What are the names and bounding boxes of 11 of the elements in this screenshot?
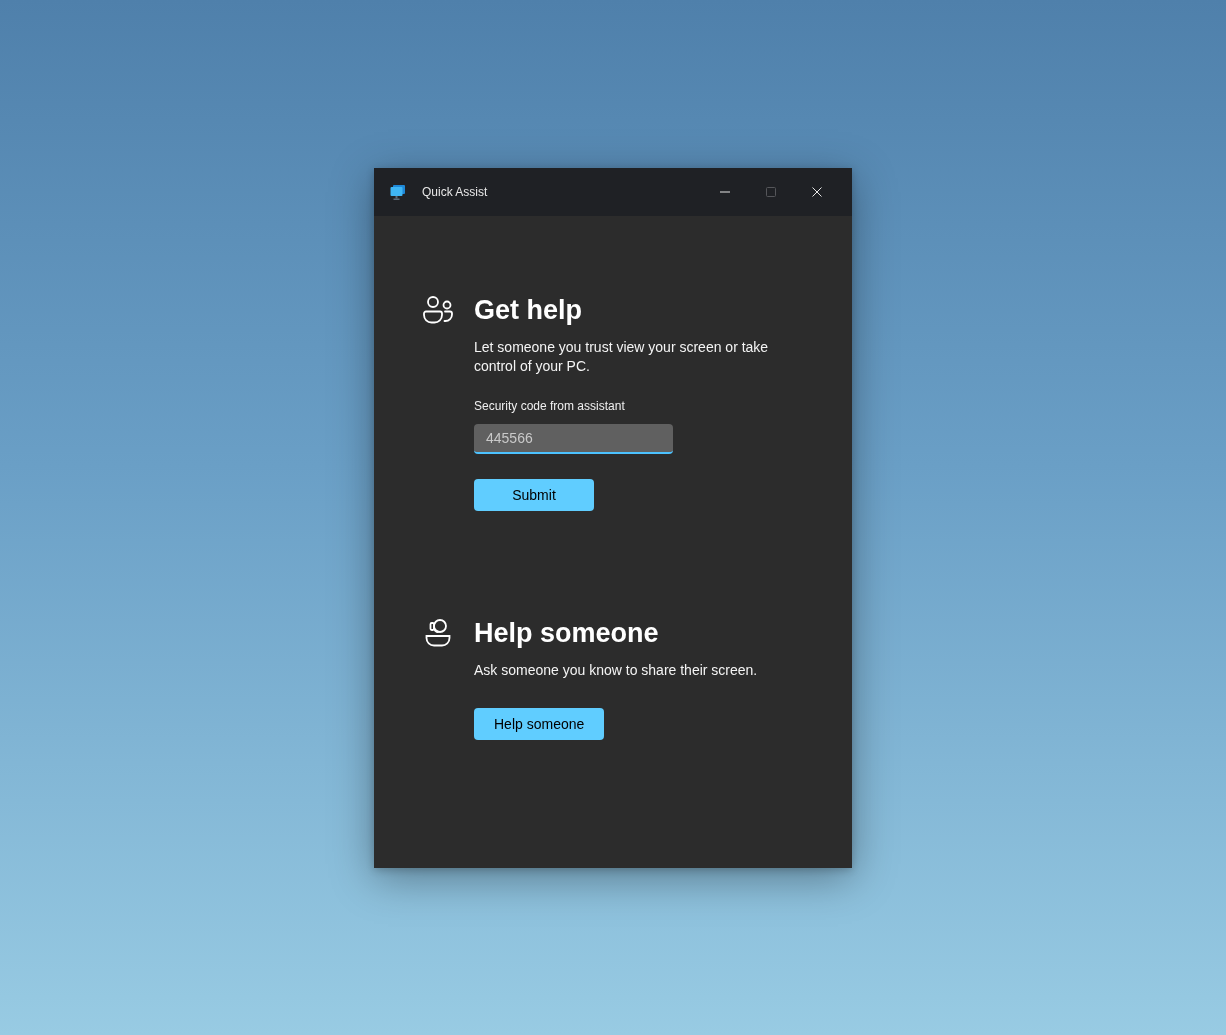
section-heading: Help someone — [474, 616, 659, 650]
section-heading: Get help — [474, 293, 582, 327]
field-label: Security code from assistant — [474, 397, 625, 414]
help-someone-button[interactable]: Help someone — [474, 707, 605, 740]
window-title: Quick Assist — [422, 184, 488, 199]
security-code-input-field[interactable]: 445566 — [474, 423, 673, 454]
section-description: Let someone you trust view your screen or take control of your PC. — [474, 337, 770, 376]
people-icon — [422, 293, 454, 326]
submit-button[interactable]: Submit — [474, 478, 594, 511]
section-description: Ask someone you know to share their screen. — [474, 660, 758, 680]
monitor-icon — [390, 183, 406, 200]
